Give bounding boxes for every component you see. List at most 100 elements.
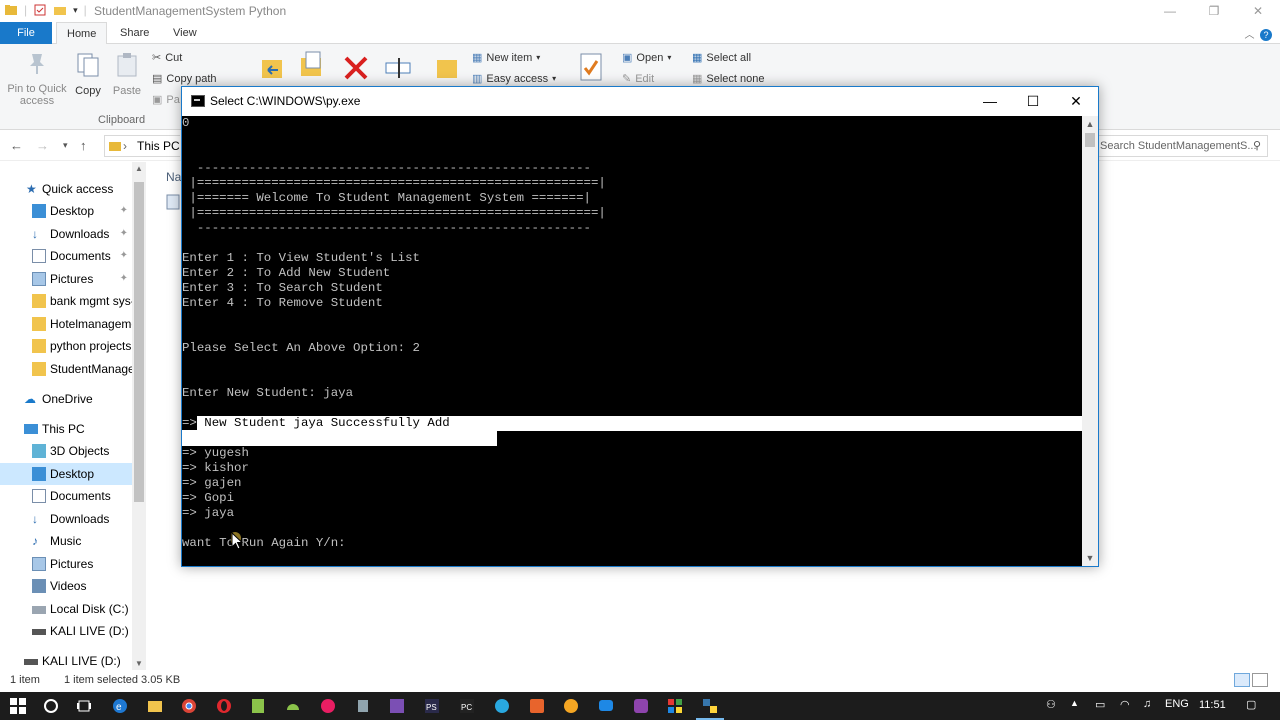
pycharm-icon[interactable]: PC (459, 698, 475, 714)
open-button[interactable]: ▣ Open ▾ (622, 51, 671, 65)
app-icon-pink[interactable] (320, 698, 336, 714)
clock[interactable]: 11:51 (1199, 699, 1226, 711)
large-icons-view-icon[interactable] (1252, 673, 1268, 687)
chevron-up-icon[interactable]: ︿ (1244, 30, 1254, 41)
rename-icon[interactable] (384, 54, 412, 82)
new-folder-ribbon-icon[interactable] (434, 54, 460, 82)
minimize-icon[interactable]: — (1148, 0, 1192, 22)
move-to-icon[interactable] (258, 54, 286, 82)
sidebar-item-desktop[interactable]: Desktop ✦ (0, 200, 132, 222)
chevron-up-icon[interactable]: ▲ (1070, 698, 1079, 708)
console-window[interactable]: Select C:\WINDOWS\py.exe — ☐ ✕ 0 -------… (181, 86, 1099, 567)
minimize-button[interactable]: — (968, 87, 1012, 116)
copy-button[interactable]: Copy (74, 52, 102, 97)
details-view-icon[interactable] (1234, 673, 1250, 687)
run-again-prompt[interactable]: want To Run Again Y/n: (182, 536, 346, 551)
console-app-icon[interactable] (191, 95, 205, 107)
task-view-icon[interactable] (76, 698, 92, 714)
sidebar-item-pictures[interactable]: Pictures ✦ (0, 268, 132, 290)
android-icon[interactable] (285, 698, 301, 714)
sidebar-item-documents[interactable]: Documents ✦ (0, 245, 132, 267)
notepad-icon[interactable] (250, 698, 266, 714)
console-scrollbar[interactable]: ▲ ▼ (1082, 116, 1098, 566)
app-icon-grid[interactable] (667, 698, 683, 714)
sidebar-item-music[interactable]: ♪ Music (0, 530, 132, 552)
search-input[interactable]: Search StudentManagementS... ⚲ (1098, 135, 1268, 157)
sidebar-item-documents-pc[interactable]: Documents (0, 485, 132, 507)
console-output[interactable]: 0 --------------------------------------… (182, 116, 1082, 566)
visual-studio-icon[interactable] (389, 698, 405, 714)
nav-scrollbar[interactable]: ▲ ▼ (132, 162, 146, 670)
paste-shortcut-button[interactable]: ▣ Pa (152, 93, 180, 107)
chevron-down-icon[interactable]: ▾ (73, 5, 78, 16)
sidebar-item-student-manager[interactable]: StudentManager (0, 358, 132, 380)
file-explorer-icon[interactable] (147, 698, 163, 714)
opera-icon[interactable] (216, 698, 232, 714)
chevron-up-icon[interactable]: ▲ (1082, 116, 1098, 132)
new-item-button[interactable]: ▦ New item ▾ (472, 51, 540, 65)
close-button[interactable]: ✕ (1054, 87, 1098, 116)
sidebar-item-bank-mgmt[interactable]: bank mgmt sys- (0, 290, 132, 312)
tab-share[interactable]: Share (110, 22, 159, 44)
app-icon-chat[interactable] (598, 698, 614, 714)
sidebar-item-downloads-pc[interactable]: ↓ Downloads (0, 508, 132, 530)
restore-icon[interactable]: ❐ (1192, 0, 1236, 22)
app-icon-purple[interactable] (633, 698, 649, 714)
app-icon-cube[interactable] (355, 698, 371, 714)
up-arrow-icon[interactable]: ↑ (80, 138, 87, 153)
delete-icon[interactable] (343, 55, 369, 81)
python-icon[interactable] (702, 698, 718, 714)
battery-icon[interactable]: ▭ (1095, 698, 1105, 711)
back-arrow-icon[interactable]: ← (10, 138, 23, 153)
chevron-down-icon[interactable]: ▼ (135, 659, 143, 668)
help-icon[interactable]: ? (1260, 29, 1272, 41)
cut-button[interactable]: ✂ Cut (152, 51, 182, 65)
recent-locations-icon[interactable]: ▾ (63, 140, 68, 151)
easy-access-button[interactable]: ▥ Easy access ▾ (472, 72, 556, 86)
paste-button[interactable]: Paste (112, 52, 142, 97)
sidebar-item-downloads[interactable]: ↓ Downloads ✦ (0, 223, 132, 245)
scrollbar-thumb[interactable] (134, 182, 144, 502)
sidebar-item-onedrive[interactable]: ☁ OneDrive (0, 388, 132, 410)
select-none-button[interactable]: ▦ Select none (692, 72, 765, 86)
sidebar-item-desktop-pc[interactable]: Desktop (0, 463, 132, 485)
python-file-icon[interactable] (166, 194, 180, 210)
volume-icon[interactable]: ♫ (1143, 698, 1151, 710)
select-all-button[interactable]: ▦ Select all (692, 51, 751, 65)
app-icon-blue[interactable] (494, 698, 510, 714)
people-icon[interactable]: ⚇ (1046, 698, 1056, 711)
properties-icon[interactable] (33, 3, 47, 17)
sidebar-item-quick-access[interactable]: ★ Quick access (0, 178, 132, 200)
language-indicator[interactable]: ENG (1165, 698, 1189, 710)
copy-path-button[interactable]: ▤ Copy path (152, 72, 217, 86)
chrome-icon[interactable] (181, 698, 197, 714)
edit-button[interactable]: ✎ Edit (622, 72, 654, 86)
maximize-button[interactable]: ☐ (1011, 87, 1055, 116)
photoshop-icon[interactable]: PS (424, 698, 440, 714)
new-folder-icon[interactable] (53, 3, 67, 17)
notifications-icon[interactable]: ▢ (1246, 698, 1256, 711)
forward-arrow-icon[interactable]: → (36, 138, 49, 153)
edge-icon[interactable]: e (112, 698, 128, 714)
app-icon-yellow[interactable] (563, 698, 579, 714)
close-icon[interactable]: ✕ (1236, 0, 1280, 22)
windows-start-icon[interactable] (10, 698, 26, 714)
cortana-icon[interactable] (43, 698, 59, 714)
sidebar-item-videos[interactable]: Videos (0, 575, 132, 597)
sidebar-item-kali-live[interactable]: KALI LIVE (D:) (0, 620, 132, 642)
sidebar-item-local-disk[interactable]: Local Disk (C:) (0, 598, 132, 620)
pin-to-quick-access-button[interactable]: Pin to Quick access (6, 52, 68, 107)
app-icon-orange[interactable] (529, 698, 545, 714)
sidebar-item-kali-live-2[interactable]: KALI LIVE (D:) (0, 650, 132, 672)
tab-file[interactable]: File (0, 22, 52, 44)
address-field[interactable]: › This PC (104, 135, 180, 157)
console-titlebar[interactable]: Select C:\WINDOWS\py.exe — ☐ ✕ (182, 87, 1098, 116)
chevron-down-icon[interactable]: ▼ (1082, 550, 1098, 566)
wifi-icon[interactable]: ◠ (1120, 698, 1130, 711)
chevron-up-icon[interactable]: ▲ (135, 164, 143, 173)
sidebar-item-3d-objects[interactable]: 3D Objects (0, 440, 132, 462)
sidebar-item-python-projects[interactable]: python projects (0, 335, 132, 357)
tab-view[interactable]: View (163, 22, 207, 44)
column-header-name[interactable]: Na (166, 170, 181, 184)
sidebar-item-this-pc[interactable]: This PC (0, 418, 132, 440)
